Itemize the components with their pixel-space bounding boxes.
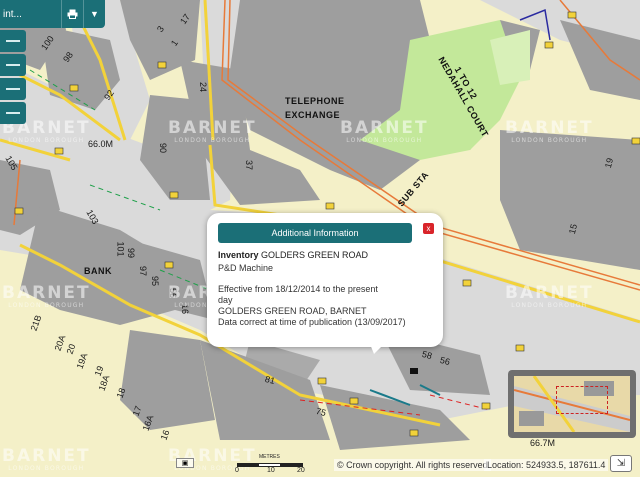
label-97: 97 xyxy=(138,265,149,277)
overview-map[interactable] xyxy=(508,370,636,438)
label-101: 101 xyxy=(115,241,126,257)
popup-effective-cont: day xyxy=(218,295,233,305)
additional-info-button[interactable]: Additional Information xyxy=(218,223,412,243)
label-95: 95 xyxy=(150,275,161,287)
side-tool-button-1[interactable] xyxy=(0,30,26,52)
side-tool-button-4[interactable] xyxy=(0,102,26,124)
label-24: 24 xyxy=(198,81,209,93)
overview-toggle-icon[interactable]: ⇲ xyxy=(610,455,632,472)
label-elevation-2: 66.7M xyxy=(530,438,556,448)
popup-address: GOLDERS GREEN ROAD, BARNET xyxy=(218,306,367,316)
label-90: 90 xyxy=(158,142,169,154)
popup-pointer xyxy=(370,344,384,354)
copyright-text: © Crown copyright. All rights reserved xyxy=(334,459,491,471)
top-toolbar: int... ▼ xyxy=(0,0,105,28)
overview-extent-box[interactable] xyxy=(556,386,608,414)
scale-caption: METRES xyxy=(259,454,280,460)
map-mini-control[interactable]: ▣ xyxy=(176,458,194,468)
side-tool-button-3[interactable] xyxy=(0,78,26,100)
popup-data-note: Data correct at time of publication (13/… xyxy=(218,317,406,327)
label-56a: 56 xyxy=(168,287,179,299)
popup-title-prefix: Inventory xyxy=(218,250,259,260)
popup-title: Inventory GOLDERS GREEN ROAD xyxy=(218,250,432,260)
location-readout: Location: 524933.5, 187611.4 xyxy=(484,459,609,471)
close-icon[interactable]: x xyxy=(423,223,434,234)
scale-label-0: 0 xyxy=(235,467,239,474)
label-elevation-1: 66.0M xyxy=(88,139,114,149)
scale-label-10: 10 xyxy=(267,467,275,474)
label-bank: BANK xyxy=(84,266,112,276)
scale-bar: METRES 0 10 20 xyxy=(233,454,311,476)
popup-effective: Effective from 18/12/2014 to the present xyxy=(218,284,378,294)
label-16: 16 xyxy=(180,303,191,315)
popup-subtitle: P&D Machine xyxy=(218,263,274,273)
label-99: 99 xyxy=(126,247,137,259)
label-exchange: EXCHANGE xyxy=(285,110,341,120)
side-tool-button-2[interactable] xyxy=(0,54,26,76)
label-telephone: TELEPHONE xyxy=(285,96,345,106)
caret-down-icon[interactable]: ▼ xyxy=(83,0,105,28)
scale-label-20: 20 xyxy=(297,467,305,474)
toolbar-label[interactable]: int... xyxy=(0,9,61,20)
label-37: 37 xyxy=(244,159,255,171)
print-icon[interactable] xyxy=(61,0,83,28)
info-popup: Additional Information x Inventory GOLDE… xyxy=(207,213,443,347)
popup-title-name: GOLDERS GREEN ROAD xyxy=(261,250,369,260)
